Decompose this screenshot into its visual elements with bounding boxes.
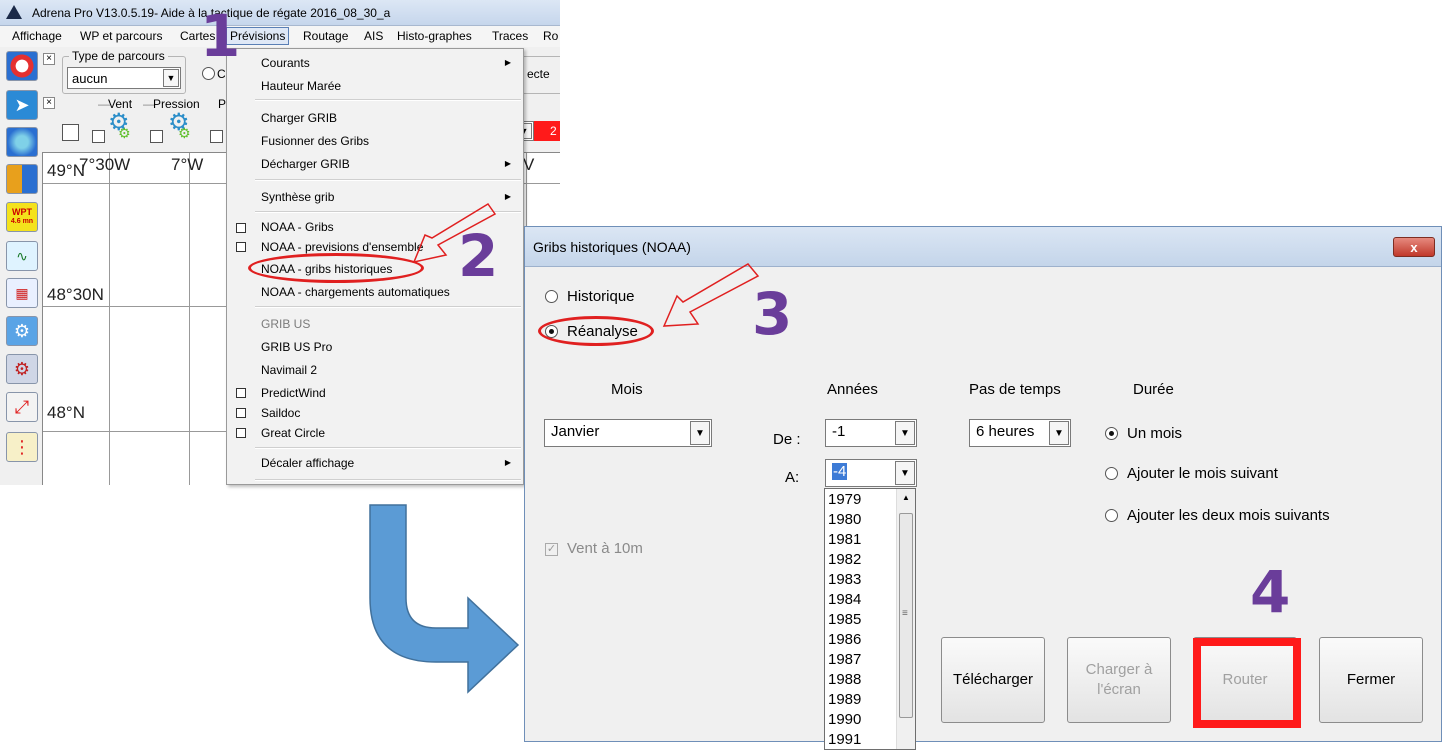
curved-arrow-icon bbox=[369, 504, 520, 694]
pointer-arrow-icon bbox=[412, 202, 497, 264]
annotation-overlay bbox=[369, 202, 760, 694]
pointer-arrow-icon bbox=[662, 263, 760, 327]
